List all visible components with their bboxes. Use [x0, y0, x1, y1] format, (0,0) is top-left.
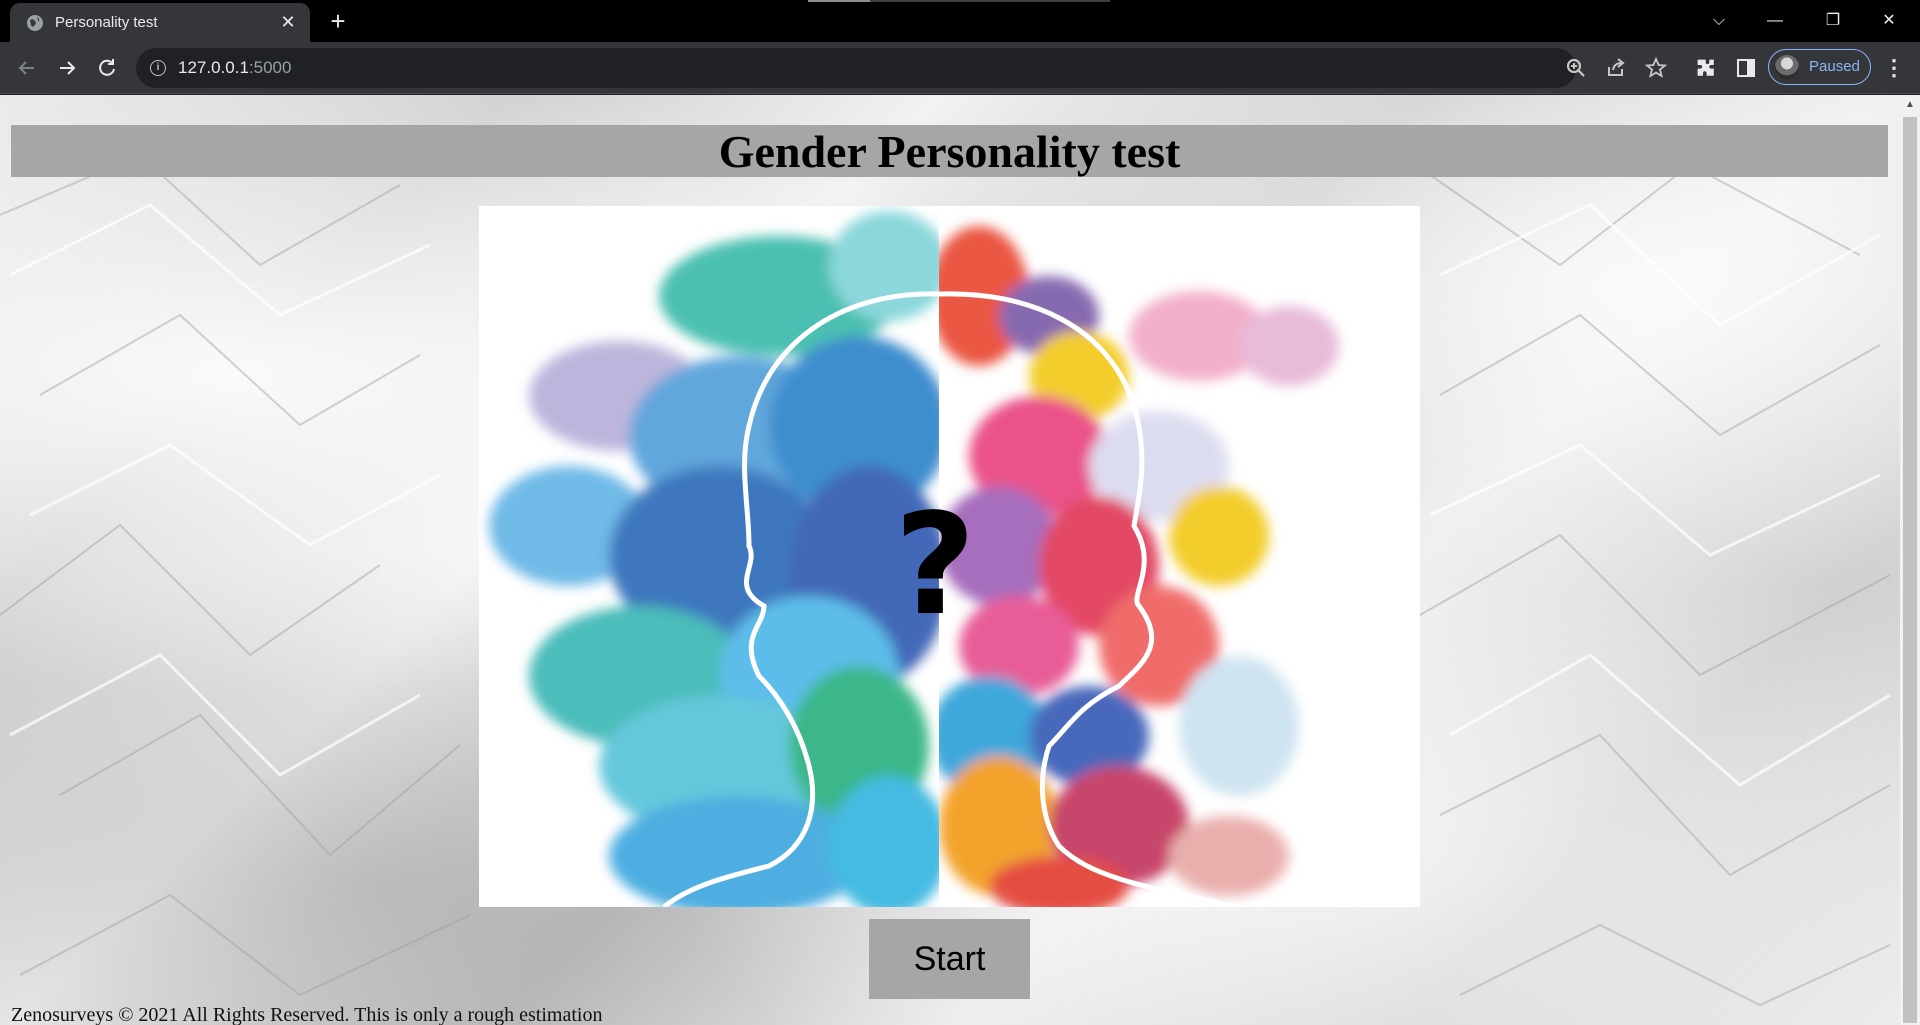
new-tab-button[interactable]: + — [324, 8, 352, 36]
scroll-up-icon[interactable]: ▲ — [1900, 95, 1920, 115]
close-tab-icon[interactable]: ✕ — [276, 10, 300, 34]
browser-tab[interactable]: Personality test ✕ — [10, 3, 310, 42]
scrollbar-thumb[interactable] — [1903, 117, 1917, 1023]
back-icon[interactable] — [13, 54, 41, 82]
hero-image: ? — [479, 206, 1420, 907]
minimize-icon[interactable]: — — [1752, 6, 1798, 36]
tab-title: Personality test — [55, 14, 158, 31]
tab-strip-indicator — [808, 0, 1110, 2]
site-info-icon[interactable]: i — [150, 60, 166, 76]
side-panel-icon[interactable] — [1734, 56, 1758, 80]
start-button[interactable]: Start — [869, 919, 1030, 999]
share-icon[interactable] — [1605, 57, 1627, 79]
browser-toolbar: i 127.0.0.1:5000 Paused ⋮ — [0, 42, 1920, 94]
globe-icon — [27, 15, 43, 31]
menu-icon[interactable]: ⋮ — [1882, 56, 1906, 80]
window-close-icon[interactable]: ✕ — [1866, 6, 1912, 36]
profile-status: Paused — [1809, 58, 1860, 75]
extensions-icon[interactable] — [1694, 56, 1718, 80]
address-bar[interactable]: i 127.0.0.1:5000 — [136, 48, 1585, 88]
star-icon[interactable] — [1645, 57, 1667, 79]
vertical-scrollbar[interactable]: ▲ — [1900, 95, 1920, 1025]
avatar — [1775, 55, 1799, 79]
header-bar: Gender Personality test — [11, 125, 1888, 177]
url-text[interactable]: 127.0.0.1:5000 — [178, 58, 291, 78]
page-viewport: Gender Personality test ? Start Zenosurv… — [0, 95, 1920, 1025]
zoom-icon[interactable] — [1565, 57, 1587, 79]
tab-search-icon[interactable]: ⌵ — [1696, 6, 1742, 36]
footer-text: Zenosurveys © 2021 All Rights Reserved. … — [11, 1004, 603, 1025]
restore-icon[interactable]: ❐ — [1810, 6, 1856, 36]
split-head-watercolor-illustration: ? — [479, 206, 1420, 907]
browser-tab-strip: Personality test ✕ + ⌵ — ❐ ✕ — [0, 0, 1920, 42]
page-title: Gender Personality test — [718, 126, 1181, 177]
question-mark-glyph: ? — [894, 484, 975, 647]
reload-icon[interactable] — [93, 54, 121, 82]
profile-button[interactable]: Paused — [1768, 49, 1871, 85]
forward-icon[interactable] — [53, 54, 81, 82]
